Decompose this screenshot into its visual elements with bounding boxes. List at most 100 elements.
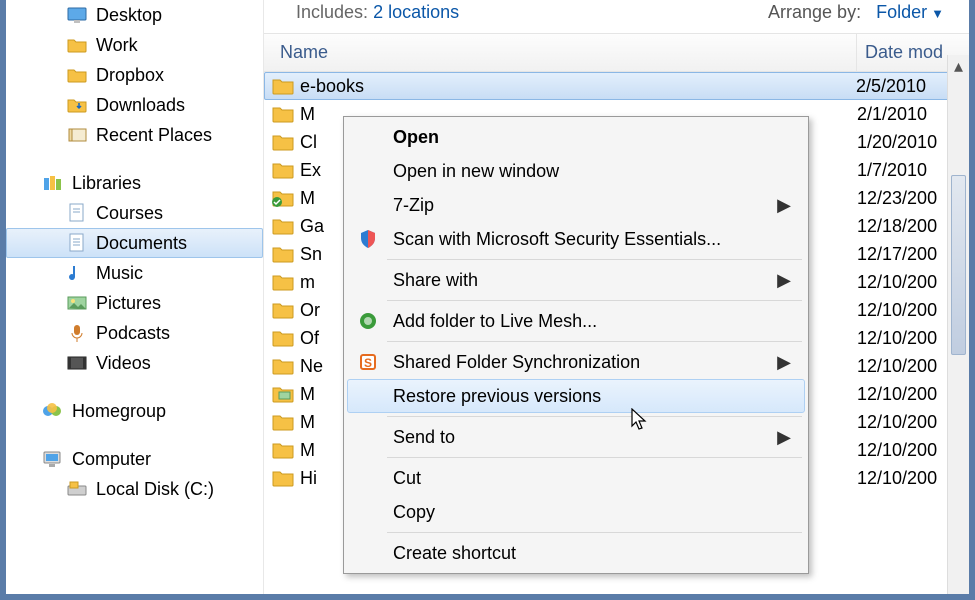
folder-icon xyxy=(272,439,294,461)
sidebar-item-label: Work xyxy=(96,35,138,56)
folder-icon xyxy=(272,215,294,237)
folder-icon xyxy=(66,34,88,56)
file-name: e-books xyxy=(300,76,856,97)
menu-separator xyxy=(387,532,802,533)
sidebar-item-label: Recent Places xyxy=(96,125,212,146)
arrange-by[interactable]: Arrange by: Folder▼ xyxy=(768,2,944,23)
sidebar-item-pictures[interactable]: Pictures xyxy=(6,288,263,318)
homegroup-label: Homegroup xyxy=(72,401,166,422)
menu-item[interactable]: Open in new window xyxy=(347,154,805,188)
blank-icon xyxy=(355,501,381,523)
blank-icon xyxy=(355,542,381,564)
desktop-icon xyxy=(66,4,88,26)
menu-separator xyxy=(387,259,802,260)
sidebar-item-dropbox[interactable]: Dropbox xyxy=(6,60,263,90)
sidebar-item-label: Podcasts xyxy=(96,323,170,344)
arrange-value[interactable]: Folder xyxy=(876,2,927,22)
menu-item-label: Copy xyxy=(393,502,435,523)
homegroup-header[interactable]: Homegroup xyxy=(6,396,263,426)
sidebar-item-videos[interactable]: Videos xyxy=(6,348,263,378)
menu-item[interactable]: Send to▶ xyxy=(347,420,805,454)
includes-info: Includes: 2 locations xyxy=(280,2,475,31)
libraries-icon xyxy=(42,172,64,194)
folder-icon xyxy=(272,271,294,293)
sidebar-item-label: Desktop xyxy=(96,5,162,26)
sidebar-item-music[interactable]: Music xyxy=(6,258,263,288)
sidebar-item-label: Dropbox xyxy=(96,65,164,86)
vertical-scrollbar[interactable]: ▴ xyxy=(947,55,969,594)
sidebar-item-documents[interactable]: Documents xyxy=(6,228,263,258)
sidebar-item-label: Music xyxy=(96,263,143,284)
videos-icon xyxy=(66,352,88,374)
folder-icon xyxy=(272,75,294,97)
menu-item[interactable]: SShared Folder Synchronization▶ xyxy=(347,345,805,379)
computer-header[interactable]: Computer xyxy=(6,444,263,474)
column-headers: Name Date mod xyxy=(264,33,969,72)
document-icon xyxy=(66,232,88,254)
sidebar-item-work[interactable]: Work xyxy=(6,30,263,60)
submenu-arrow-icon: ▶ xyxy=(777,195,791,216)
folder-icon xyxy=(272,103,294,125)
computer-label: Computer xyxy=(72,449,151,470)
sidebar-item-label: Pictures xyxy=(96,293,161,314)
menu-item[interactable]: Scan with Microsoft Security Essentials.… xyxy=(347,222,805,256)
menu-item[interactable]: Add folder to Live Mesh... xyxy=(347,304,805,338)
blank-icon xyxy=(355,426,381,448)
scroll-up-icon[interactable]: ▴ xyxy=(948,55,969,77)
homegroup-group: Homegroup xyxy=(6,396,263,426)
sidebar-item-label: Videos xyxy=(96,353,151,374)
sidebar-item-label: Downloads xyxy=(96,95,185,116)
menu-item[interactable]: 7-Zip ▶ xyxy=(347,188,805,222)
menu-separator xyxy=(387,300,802,301)
menu-item-label: Cut xyxy=(393,468,421,489)
arrange-label: Arrange by: xyxy=(768,2,861,22)
sidebar-item-label: Courses xyxy=(96,203,163,224)
menu-item[interactable]: Create shortcut xyxy=(347,536,805,570)
sidebar-item-courses[interactable]: Courses xyxy=(6,198,263,228)
menu-item[interactable]: Restore previous versions xyxy=(347,379,805,413)
scroll-thumb[interactable] xyxy=(951,175,966,355)
menu-separator xyxy=(387,341,802,342)
computer-icon xyxy=(42,448,64,470)
folder-icon xyxy=(272,467,294,489)
folder-icon xyxy=(272,243,294,265)
includes-link[interactable]: 2 locations xyxy=(373,2,459,22)
menu-item[interactable]: Open xyxy=(347,120,805,154)
homegroup-icon xyxy=(42,400,64,422)
folder-icon xyxy=(272,299,294,321)
disk-icon xyxy=(66,478,88,500)
podcasts-icon xyxy=(66,322,88,344)
sidebar-item-local-disk[interactable]: Local Disk (C:) xyxy=(6,474,263,504)
libraries-group: Libraries Courses Documents Music Pictur… xyxy=(6,168,263,378)
sidebar-item-podcasts[interactable]: Podcasts xyxy=(6,318,263,348)
context-menu: OpenOpen in new window 7-Zip ▶ Scan with Mi… xyxy=(343,116,809,574)
sidebar-item-label: Local Disk (C:) xyxy=(96,479,214,500)
submenu-arrow-icon: ▶ xyxy=(777,270,791,291)
file-row[interactable]: e-books2/5/2010 xyxy=(264,72,969,100)
libraries-header[interactable]: Libraries xyxy=(6,168,263,198)
menu-item[interactable]: Copy xyxy=(347,495,805,529)
menu-item-label: Shared Folder Synchronization xyxy=(393,352,640,373)
navigation-pane: Desktop Work Dropbox Downloads Recent Pl… xyxy=(6,0,264,594)
blank-icon xyxy=(355,194,381,216)
blank-icon xyxy=(355,160,381,182)
includes-label: Includes: xyxy=(296,2,368,22)
column-name[interactable]: Name xyxy=(264,34,857,71)
menu-item-label: 7-Zip xyxy=(393,195,434,216)
favorites-group: Desktop Work Dropbox Downloads Recent Pl… xyxy=(6,0,263,150)
sidebar-item-downloads[interactable]: Downloads xyxy=(6,90,263,120)
folder-pictures-icon xyxy=(272,383,294,405)
sync-icon: S xyxy=(355,351,381,373)
sidebar-item-desktop[interactable]: Desktop xyxy=(6,0,263,30)
menu-item-label: Share with xyxy=(393,270,478,291)
menu-item[interactable]: Share with ▶ xyxy=(347,263,805,297)
submenu-arrow-icon: ▶ xyxy=(777,427,791,448)
menu-item-label: Add folder to Live Mesh... xyxy=(393,311,597,332)
sidebar-item-label: Documents xyxy=(96,233,187,254)
menu-item-label: Create shortcut xyxy=(393,543,516,564)
blank-icon xyxy=(355,385,381,407)
folder-icon xyxy=(272,159,294,181)
sidebar-item-recent[interactable]: Recent Places xyxy=(6,120,263,150)
menu-item[interactable]: Cut xyxy=(347,461,805,495)
folder-icon xyxy=(272,131,294,153)
